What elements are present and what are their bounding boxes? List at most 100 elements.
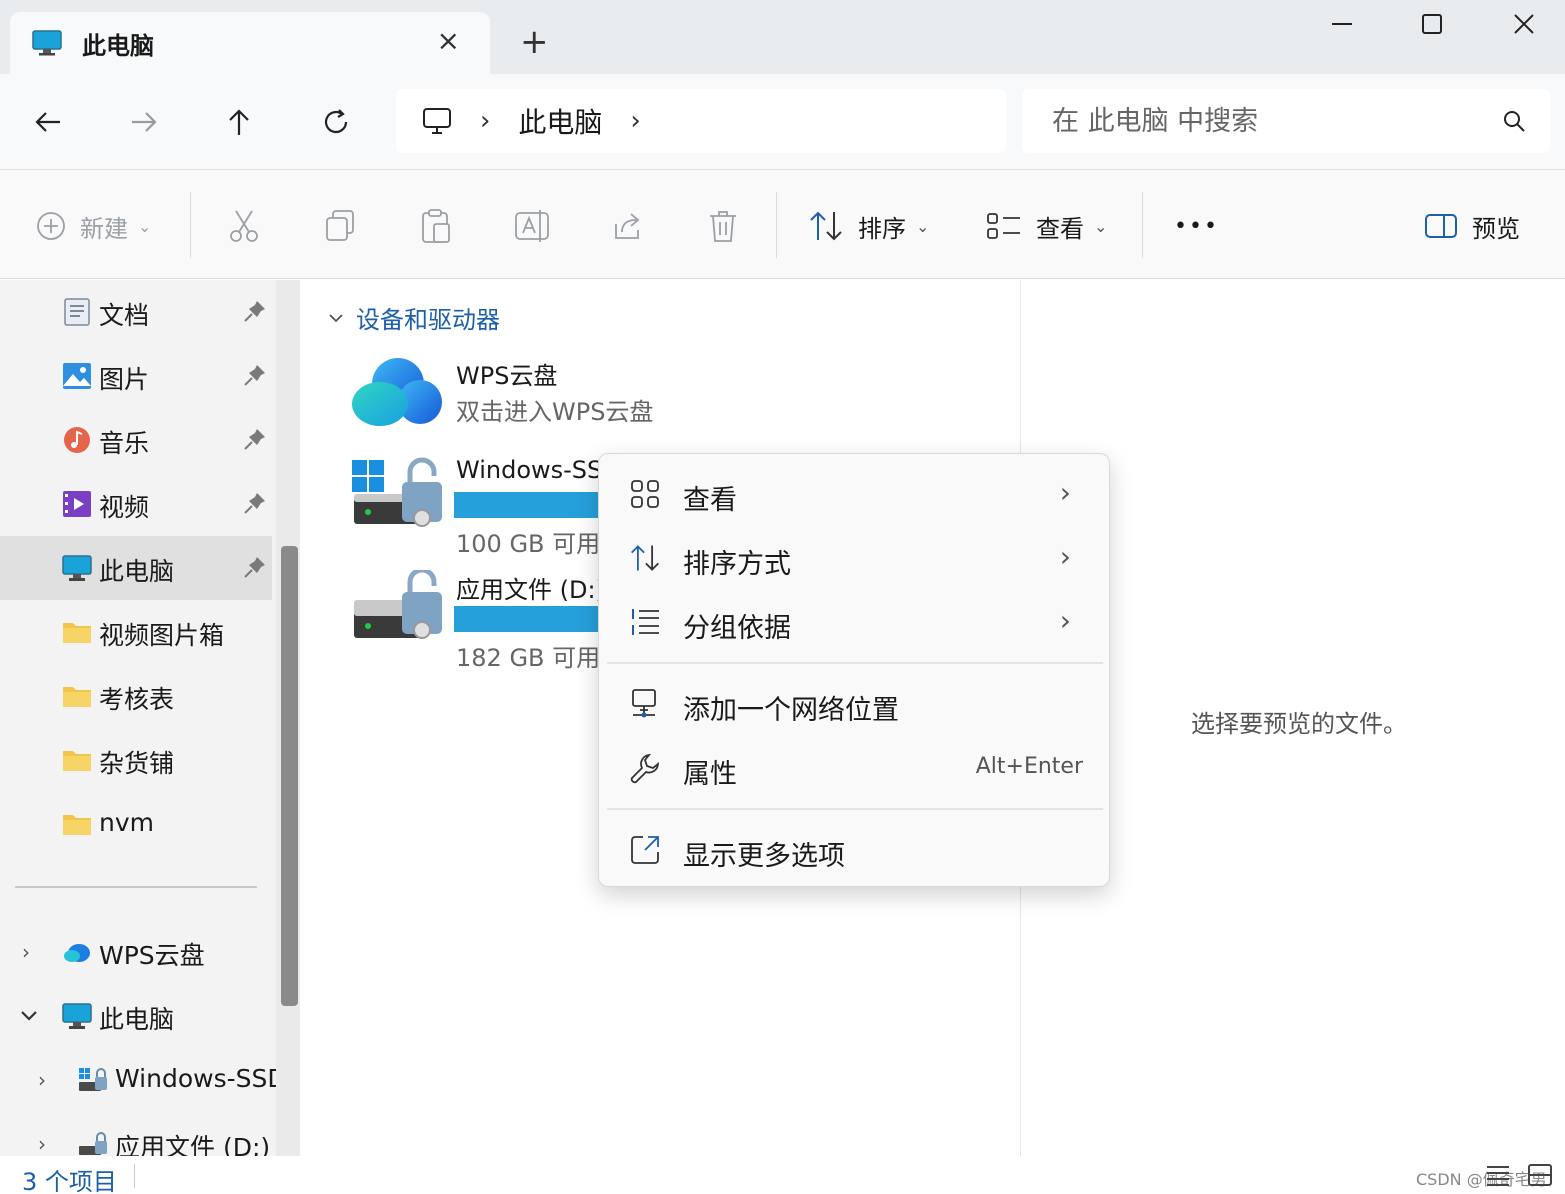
sidebar-item-folder[interactable]: 视频图片箱 xyxy=(0,600,272,664)
paste-button[interactable] xyxy=(420,204,452,248)
menu-item-label: 分组依据 xyxy=(683,613,791,644)
rename-button[interactable] xyxy=(514,204,550,248)
minimize-button[interactable] xyxy=(1296,0,1388,48)
cut-button[interactable] xyxy=(228,204,260,248)
music-icon xyxy=(64,427,90,453)
menu-separator xyxy=(607,808,1103,810)
close-window-button[interactable] xyxy=(1478,0,1565,48)
toolbar-divider xyxy=(776,192,777,258)
forward-button[interactable] xyxy=(122,100,166,144)
expand-chevron-icon[interactable]: › xyxy=(22,940,30,964)
maximize-icon xyxy=(1422,14,1442,34)
drive-name: WPS云盘 xyxy=(456,362,558,390)
address-bar[interactable]: › 此电脑 › xyxy=(396,89,1006,153)
document-icon xyxy=(64,298,90,326)
menu-item-sort-by[interactable]: 排序方式 › xyxy=(609,528,1101,588)
drive-usage-fill xyxy=(454,606,603,632)
copy-button[interactable] xyxy=(324,204,356,248)
sort-button[interactable]: 排序 ⌄ xyxy=(808,204,929,248)
locked-drive-icon xyxy=(352,457,442,527)
sidebar-item-videos[interactable]: 视频 xyxy=(0,472,272,536)
group-header-label: 设备和驱动器 xyxy=(356,306,500,334)
sidebar-item-label: 音乐 xyxy=(99,429,150,458)
chevron-down-icon: ⌄ xyxy=(138,216,152,236)
more-icon: ••• xyxy=(1174,213,1219,239)
tiles-view-icon[interactable] xyxy=(1528,1164,1552,1186)
group-header-devices[interactable]: 设备和驱动器 xyxy=(328,300,500,335)
drive-item-wps-cloud[interactable]: WPS云盘 双击进入WPS云盘 xyxy=(350,356,1030,456)
computer-icon xyxy=(62,555,92,581)
sidebar-tree-this-pc[interactable]: 此电脑 xyxy=(0,984,272,1048)
breadcrumb-chevron-icon[interactable]: › xyxy=(630,106,640,136)
group-list-icon xyxy=(632,609,659,635)
menu-item-shortcut: Alt+Enter xyxy=(975,754,1083,779)
menu-item-show-more-options[interactable]: 显示更多选项 xyxy=(609,820,1101,880)
toolbar-divider xyxy=(1142,192,1143,258)
more-options-button[interactable]: ••• xyxy=(1174,204,1219,248)
sort-icon xyxy=(631,545,659,571)
up-button[interactable] xyxy=(217,100,261,144)
share-button[interactable] xyxy=(610,204,644,248)
preview-pane-button[interactable]: 预览 xyxy=(1424,204,1520,248)
trash-icon xyxy=(710,211,736,242)
sidebar-tree-app-files-d[interactable]: › 应用文件 (D:) xyxy=(0,1112,272,1156)
sidebar-item-label: Windows-SSD xyxy=(115,1064,287,1093)
arrow-left-icon xyxy=(35,112,60,132)
video-icon xyxy=(63,491,91,517)
scissors-icon xyxy=(230,210,258,242)
pin-icon[interactable] xyxy=(244,300,266,322)
view-list-icon xyxy=(987,213,1020,239)
delete-button[interactable] xyxy=(708,204,738,248)
breadcrumb-chevron-icon[interactable]: › xyxy=(480,106,490,136)
breadcrumb-this-pc[interactable]: 此电脑 xyxy=(518,101,602,141)
refresh-icon xyxy=(324,109,348,134)
menu-item-add-network-location[interactable]: 添加一个网络位置 xyxy=(609,674,1101,734)
view-button[interactable]: 查看 ⌄ xyxy=(986,204,1107,248)
sort-button-label: 排序 xyxy=(858,214,906,243)
chevron-right-icon: › xyxy=(1059,604,1071,637)
pin-icon[interactable] xyxy=(244,556,266,578)
sidebar-scrollbar-thumb[interactable] xyxy=(281,546,298,1006)
menu-item-label: 属性 xyxy=(683,759,737,790)
folder-icon xyxy=(63,623,91,643)
sidebar-item-documents[interactable]: 文档 xyxy=(0,280,272,344)
tab-this-pc[interactable]: 此电脑 × xyxy=(10,12,490,74)
sidebar-item-folder[interactable]: nvm xyxy=(0,792,272,856)
refresh-button[interactable] xyxy=(314,100,358,144)
tab-close-button[interactable]: × xyxy=(437,26,460,56)
computer-outline-icon xyxy=(423,108,451,134)
preview-placeholder-text: 选择要预览的文件。 xyxy=(1191,710,1407,738)
arrow-up-icon xyxy=(229,109,249,135)
search-box[interactable] xyxy=(1022,89,1550,153)
sidebar-tree-windows-ssd[interactable]: › Windows-SSD xyxy=(0,1048,287,1112)
pin-icon[interactable] xyxy=(244,492,266,514)
network-location-icon xyxy=(632,689,656,718)
pin-icon[interactable] xyxy=(244,428,266,450)
expand-chevron-icon[interactable]: › xyxy=(38,1132,46,1156)
sidebar-item-folder[interactable]: 考核表 xyxy=(0,664,272,728)
sidebar-item-label: 视频 xyxy=(99,493,150,522)
sidebar-item-this-pc[interactable]: 此电脑 xyxy=(0,536,272,600)
sidebar-item-music[interactable]: 音乐 xyxy=(0,408,272,472)
back-button[interactable] xyxy=(26,100,70,144)
new-tab-button[interactable]: + xyxy=(520,22,549,62)
arrow-right-icon xyxy=(132,112,157,132)
new-button[interactable]: 新建 ⌄ xyxy=(36,204,151,248)
sidebar-item-folder[interactable]: 杂货铺 xyxy=(0,728,272,792)
open-external-icon xyxy=(631,836,659,864)
menu-item-properties[interactable]: 属性 Alt+Enter xyxy=(609,738,1101,798)
sidebar-item-label: 此电脑 xyxy=(99,1005,175,1034)
sidebar-item-pictures[interactable]: 图片 xyxy=(0,344,272,408)
maximize-button[interactable] xyxy=(1386,0,1478,48)
menu-item-view[interactable]: 查看 › xyxy=(609,464,1101,524)
sidebar-item-label: 应用文件 (D:) xyxy=(115,1133,271,1156)
collapse-chevron-icon[interactable] xyxy=(20,1010,38,1022)
details-view-icon[interactable] xyxy=(1486,1164,1510,1186)
rename-icon xyxy=(515,210,549,242)
expand-chevron-icon[interactable]: › xyxy=(38,1068,46,1092)
wrench-icon xyxy=(630,753,660,784)
sidebar-tree-wps-cloud[interactable]: › WPS云盘 xyxy=(0,920,272,984)
menu-item-group-by[interactable]: 分组依据 › xyxy=(609,592,1101,652)
search-input[interactable] xyxy=(1052,105,1472,137)
pin-icon[interactable] xyxy=(244,364,266,386)
